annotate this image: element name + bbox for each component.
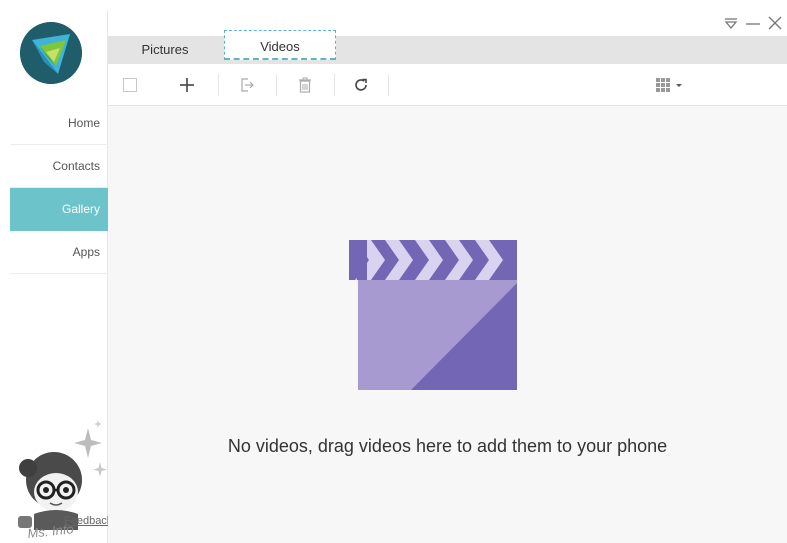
sidebar-nav: Home Contacts Gallery Apps (10, 102, 108, 274)
refresh-icon[interactable] (348, 73, 374, 97)
title-bar (108, 10, 787, 36)
tab-videos[interactable]: Videos (224, 30, 336, 60)
clapperboard-icon (349, 240, 517, 390)
close-icon[interactable] (767, 15, 783, 31)
videos-panel: No videos, drag videos here to add them … (108, 106, 787, 543)
logo-icon (20, 22, 82, 84)
sidebar: Home Contacts Gallery Apps Ms. Info Feed… (10, 10, 112, 543)
toolbar (108, 64, 787, 106)
sidebar-item-apps[interactable]: Apps (10, 231, 108, 274)
export-icon[interactable] (234, 73, 260, 97)
window-controls (723, 12, 783, 34)
app-window: Home Contacts Gallery Apps Ms. Info Feed… (10, 10, 787, 543)
select-all-checkbox[interactable] (120, 73, 140, 97)
tab-bar: Pictures Videos (108, 30, 787, 64)
toolbar-divider (334, 74, 335, 96)
view-grid-icon[interactable] (652, 73, 688, 97)
toolbar-divider (388, 74, 389, 96)
sidebar-item-contacts[interactable]: Contacts (10, 145, 108, 188)
empty-state-message: No videos, drag videos here to add them … (227, 436, 668, 456)
minimize-icon[interactable] (745, 15, 761, 31)
tab-pictures[interactable]: Pictures (118, 36, 212, 64)
toolbar-divider (276, 74, 277, 96)
menu-icon[interactable] (723, 15, 739, 31)
delete-icon[interactable] (292, 73, 318, 97)
toolbar-divider (218, 74, 219, 96)
add-icon[interactable] (174, 73, 200, 97)
feedback-link[interactable]: Feedback (64, 515, 112, 527)
sidebar-item-home[interactable]: Home (10, 102, 108, 145)
sidebar-item-gallery[interactable]: Gallery (10, 188, 108, 231)
